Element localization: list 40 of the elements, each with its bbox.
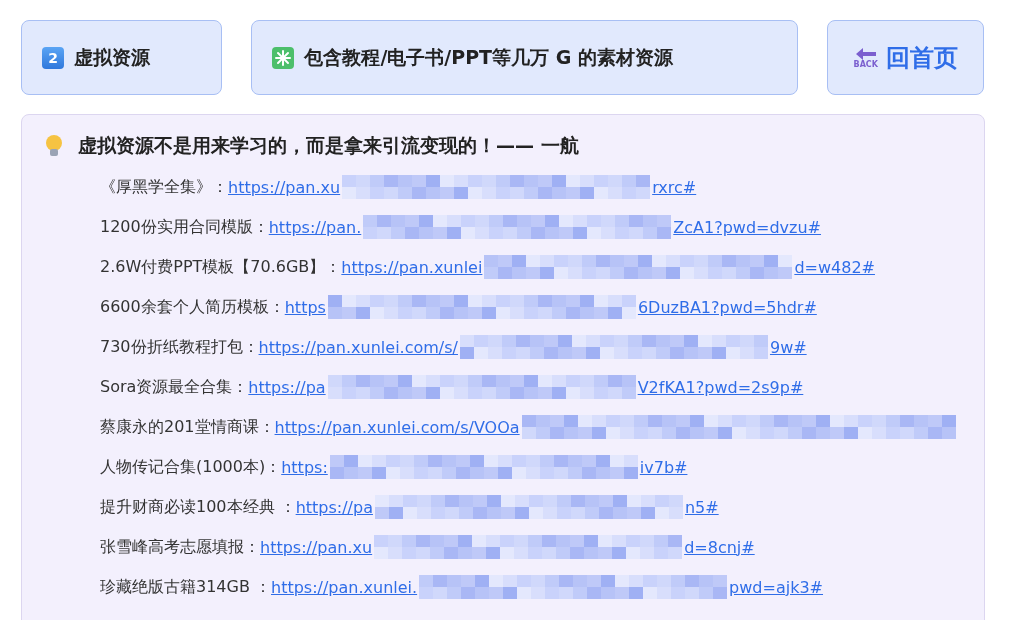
sparkle-icon	[272, 46, 295, 69]
download-link[interactable]: https://pan.xunlei.	[271, 577, 418, 597]
download-link[interactable]: n5#	[684, 497, 719, 517]
download-link[interactable]: https://pa	[248, 377, 326, 397]
resource-label: 提升财商必读100本经典 ：	[100, 496, 296, 518]
download-link[interactable]: rxrc#	[652, 177, 697, 197]
quote-text: 虚拟资源不是用来学习的，而是拿来引流变现的！—— 一航	[78, 133, 579, 158]
resource-label: 珍藏绝版古籍314GB ：	[100, 576, 271, 598]
download-link[interactable]: iv7b#	[639, 457, 688, 477]
resource-label: 1200份实用合同模版：	[100, 216, 269, 238]
resource-label: Sora资源最全合集：	[100, 376, 249, 398]
resource-label: 《厚黑学全集》：	[100, 176, 228, 198]
resource-label: 2.6W付费PPT模板【70.6GB】：	[100, 256, 342, 278]
download-link[interactable]: d=8cnj#	[684, 537, 755, 557]
download-link[interactable]: https://pan.xunlei.com/s/VOOa	[274, 417, 520, 437]
download-link[interactable]: pwd=ajk3#	[729, 577, 823, 597]
download-link[interactable]: https://pan.xunlei	[341, 257, 483, 277]
resource-label: 730份折纸教程打包：	[100, 336, 259, 358]
download-link[interactable]: V2fKA1?pwd=2s9p#	[637, 377, 804, 397]
lightbulb-icon	[44, 134, 64, 158]
card-title: 虚拟资源	[74, 44, 150, 70]
resource-label: 蔡康永的201堂情商课：	[100, 416, 275, 438]
resource-label: 人物传记合集(1000本)：	[100, 456, 282, 478]
card-title: 包含教程/电子书/PPT等几万 G 的素材资源	[304, 44, 673, 70]
download-link[interactable]: https://pa	[295, 497, 373, 517]
download-link[interactable]: https://pan.xu	[228, 177, 341, 197]
download-link[interactable]: ZcA1?pwd=dvzu#	[673, 217, 821, 237]
resource-label: 6600余套个人简历模板：	[100, 296, 285, 318]
download-link[interactable]: d=w482#	[794, 257, 875, 277]
resource-label: 张雪峰高考志愿填报：	[100, 536, 260, 558]
download-link[interactable]: https	[284, 297, 326, 317]
number-badge-icon: 2	[42, 46, 64, 69]
download-link[interactable]: 6DuzBA1?pwd=5hdr#	[637, 297, 817, 317]
home-link[interactable]: 回首页	[885, 41, 958, 74]
download-link[interactable]: https://pan.xu	[260, 537, 373, 557]
download-link[interactable]: https://pan.xunlei.com/s/	[258, 337, 458, 357]
download-link[interactable]: 9w#	[769, 337, 807, 357]
download-link[interactable]: https:	[281, 457, 328, 477]
header-card[interactable]: BACK 回首页	[827, 20, 984, 95]
download-link[interactable]: https://pan.	[268, 217, 362, 237]
